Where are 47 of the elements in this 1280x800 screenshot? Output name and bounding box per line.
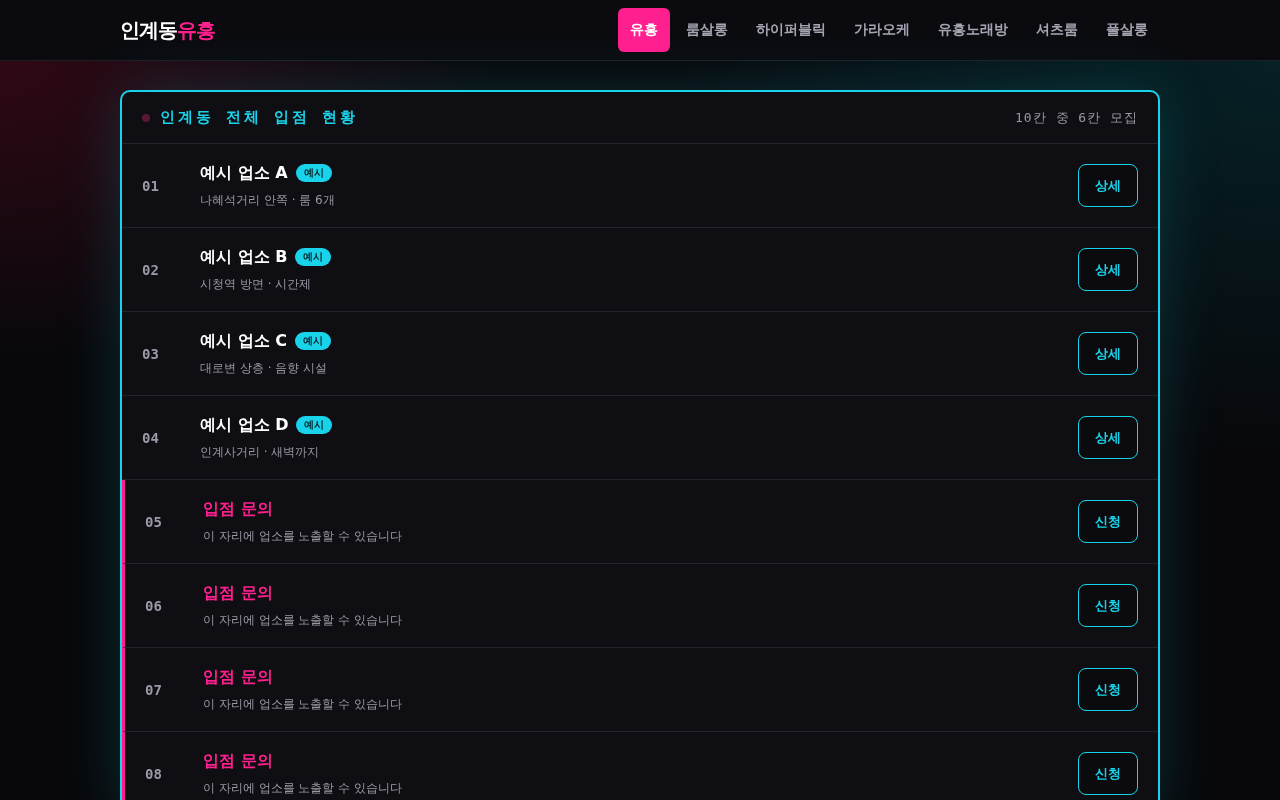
sample-badge: 예시	[294, 332, 331, 350]
nav-tab[interactable]: 룸살롱	[674, 8, 740, 52]
nav-tab[interactable]: 풀살롱	[1094, 8, 1160, 52]
row-number: 05	[145, 513, 163, 530]
venue-detail: 이 자리에 업소를 노출할 수 있습니다	[203, 611, 404, 629]
apply-button[interactable]: 신청	[1078, 584, 1138, 627]
apply-button[interactable]: 신청	[1078, 668, 1138, 711]
venue-detail: 인계사거리 · 새벽까지	[200, 443, 321, 461]
row-number: 02	[142, 261, 160, 278]
vacancy-title: 입점 문의	[203, 582, 273, 604]
apply-button[interactable]: 신청	[1078, 752, 1138, 795]
panel-title: 인계동 전체 입점 현황	[160, 108, 359, 127]
venue-detail: 이 자리에 업소를 노출할 수 있습니다	[203, 527, 404, 545]
venue-detail: 나혜석거리 안쪽 · 룸 6개	[200, 191, 336, 209]
vacancy-title: 입점 문의	[203, 498, 273, 520]
sample-badge: 예시	[296, 416, 333, 434]
detail-button[interactable]: 상세	[1078, 164, 1138, 207]
status-dot	[142, 113, 150, 122]
venue-detail: 이 자리에 업소를 노출할 수 있습니다	[203, 779, 404, 797]
venue-detail: 이 자리에 업소를 노출할 수 있습니다	[203, 695, 404, 713]
venue-name: 예시 업소 A	[200, 162, 288, 184]
nav-tab[interactable]: 가라오케	[842, 8, 922, 52]
nav-tab[interactable]: 유흥	[618, 8, 670, 52]
vacancy-title: 입점 문의	[203, 666, 273, 688]
detail-button[interactable]: 상세	[1078, 332, 1138, 375]
sample-badge: 예시	[295, 164, 332, 182]
row-number: 06	[145, 597, 163, 614]
nav-tab[interactable]: 하이퍼블릭	[744, 8, 838, 52]
row-number: 01	[142, 177, 160, 194]
row-number: 03	[142, 345, 160, 362]
venue-name: 예시 업소 B	[200, 246, 288, 268]
slot-summary: 10칸 중 6칸 모집	[1015, 108, 1138, 127]
venue-name: 예시 업소 D	[200, 414, 289, 436]
nav-tab[interactable]: 유흥노래방	[926, 8, 1020, 52]
row-number: 08	[145, 765, 163, 782]
sample-badge: 예시	[295, 248, 332, 266]
apply-button[interactable]: 신청	[1078, 500, 1138, 543]
row-number: 04	[142, 429, 160, 446]
row-number: 07	[145, 681, 163, 698]
venue-detail: 대로변 상층 · 음향 시설	[200, 359, 329, 377]
nav-tab[interactable]: 셔츠룸	[1024, 8, 1090, 52]
detail-button[interactable]: 상세	[1078, 248, 1138, 291]
venue-name: 예시 업소 C	[200, 330, 287, 352]
logo: 인계동유흥	[120, 16, 215, 44]
detail-button[interactable]: 상세	[1078, 416, 1138, 459]
vacancy-title: 입점 문의	[203, 750, 273, 772]
venue-detail: 시청역 방면 · 시간제	[200, 275, 313, 293]
